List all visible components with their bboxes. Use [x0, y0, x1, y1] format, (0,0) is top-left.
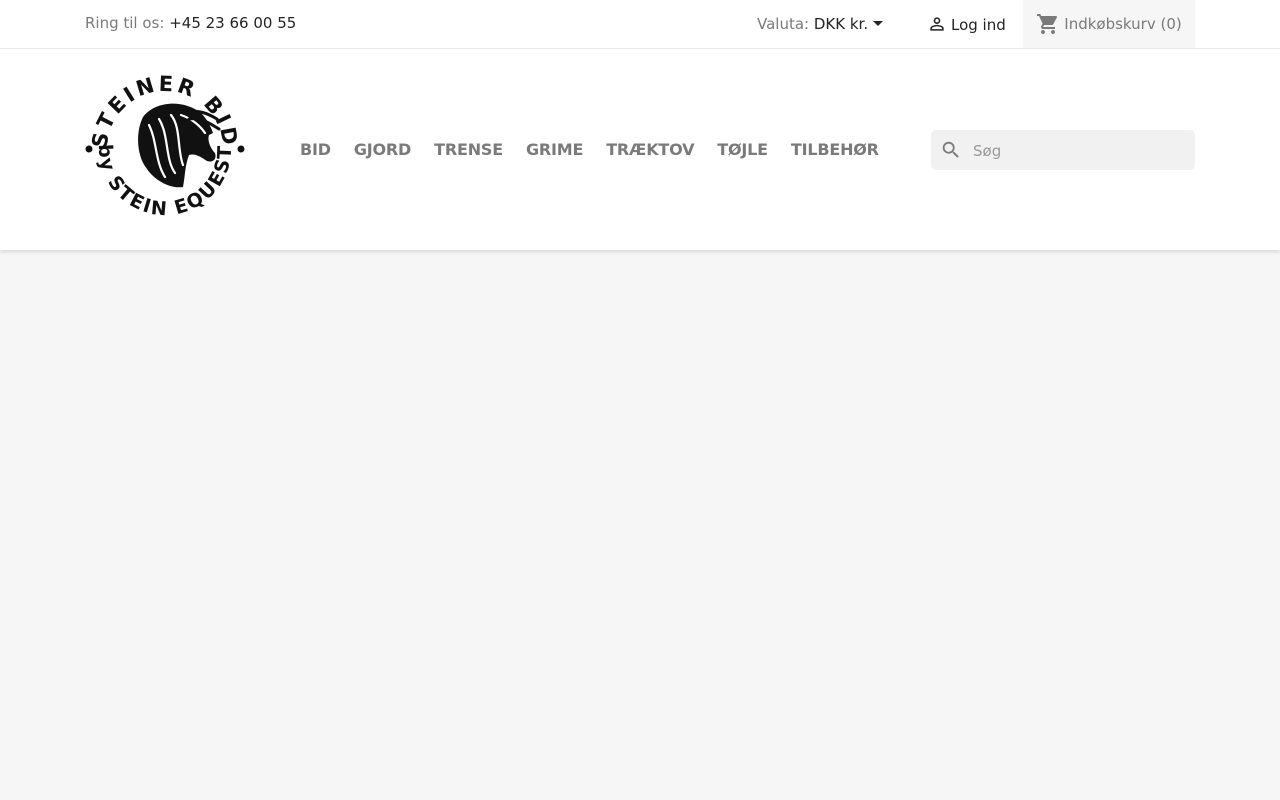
shopping-cart-icon — [1037, 14, 1058, 34]
currency-label: Valuta: — [757, 15, 810, 33]
cart-button[interactable]: Indkøbskurv (0) — [1023, 0, 1195, 48]
login-label: Log ind — [951, 16, 1006, 34]
nav-item-tilbehor[interactable]: TILBEHØR — [791, 140, 879, 159]
top-bar: Ring til os: +45 23 66 00 55 Valuta: DKK… — [0, 0, 1280, 49]
store-logo[interactable]: STEINER BID by STEIN EQUEST — [85, 69, 245, 229]
phone-number[interactable]: +45 23 66 00 55 — [169, 14, 296, 32]
nav-item-gjord[interactable]: GJORD — [354, 140, 411, 159]
phone-label: Ring til os: — [85, 14, 165, 32]
login-link[interactable]: Log ind — [927, 14, 1006, 34]
main-header: STEINER BID by STEIN EQUEST BID GJORD TR… — [0, 49, 1280, 250]
main-navigation: BID GJORD TRENSE GRIME TRÆKTOV TØJLE TIL… — [300, 140, 902, 159]
nav-item-bid[interactable]: BID — [300, 140, 331, 159]
cart-label: Indkøbskurv — [1064, 15, 1156, 33]
contact-phone: Ring til os: +45 23 66 00 55 — [85, 14, 296, 32]
search-input[interactable] — [971, 130, 1191, 172]
person-icon — [930, 17, 944, 31]
nav-item-trense[interactable]: TRENSE — [434, 140, 503, 159]
cart-count: (0) — [1160, 15, 1182, 33]
nav-item-grime[interactable]: GRIME — [526, 140, 583, 159]
nav-item-traektov[interactable]: TRÆKTOV — [606, 140, 694, 159]
horse-head-icon — [138, 103, 216, 188]
caret-down-icon — [873, 21, 884, 26]
currency-value: DKK kr. — [813, 15, 869, 33]
nav-item-tojle[interactable]: TØJLE — [717, 140, 768, 159]
search-widget — [931, 130, 1195, 172]
currency-selector[interactable]: Valuta: DKK kr. — [757, 15, 884, 33]
logo-emblem: STEINER BID by STEIN EQUEST — [85, 72, 245, 221]
search-icon[interactable] — [940, 139, 962, 161]
